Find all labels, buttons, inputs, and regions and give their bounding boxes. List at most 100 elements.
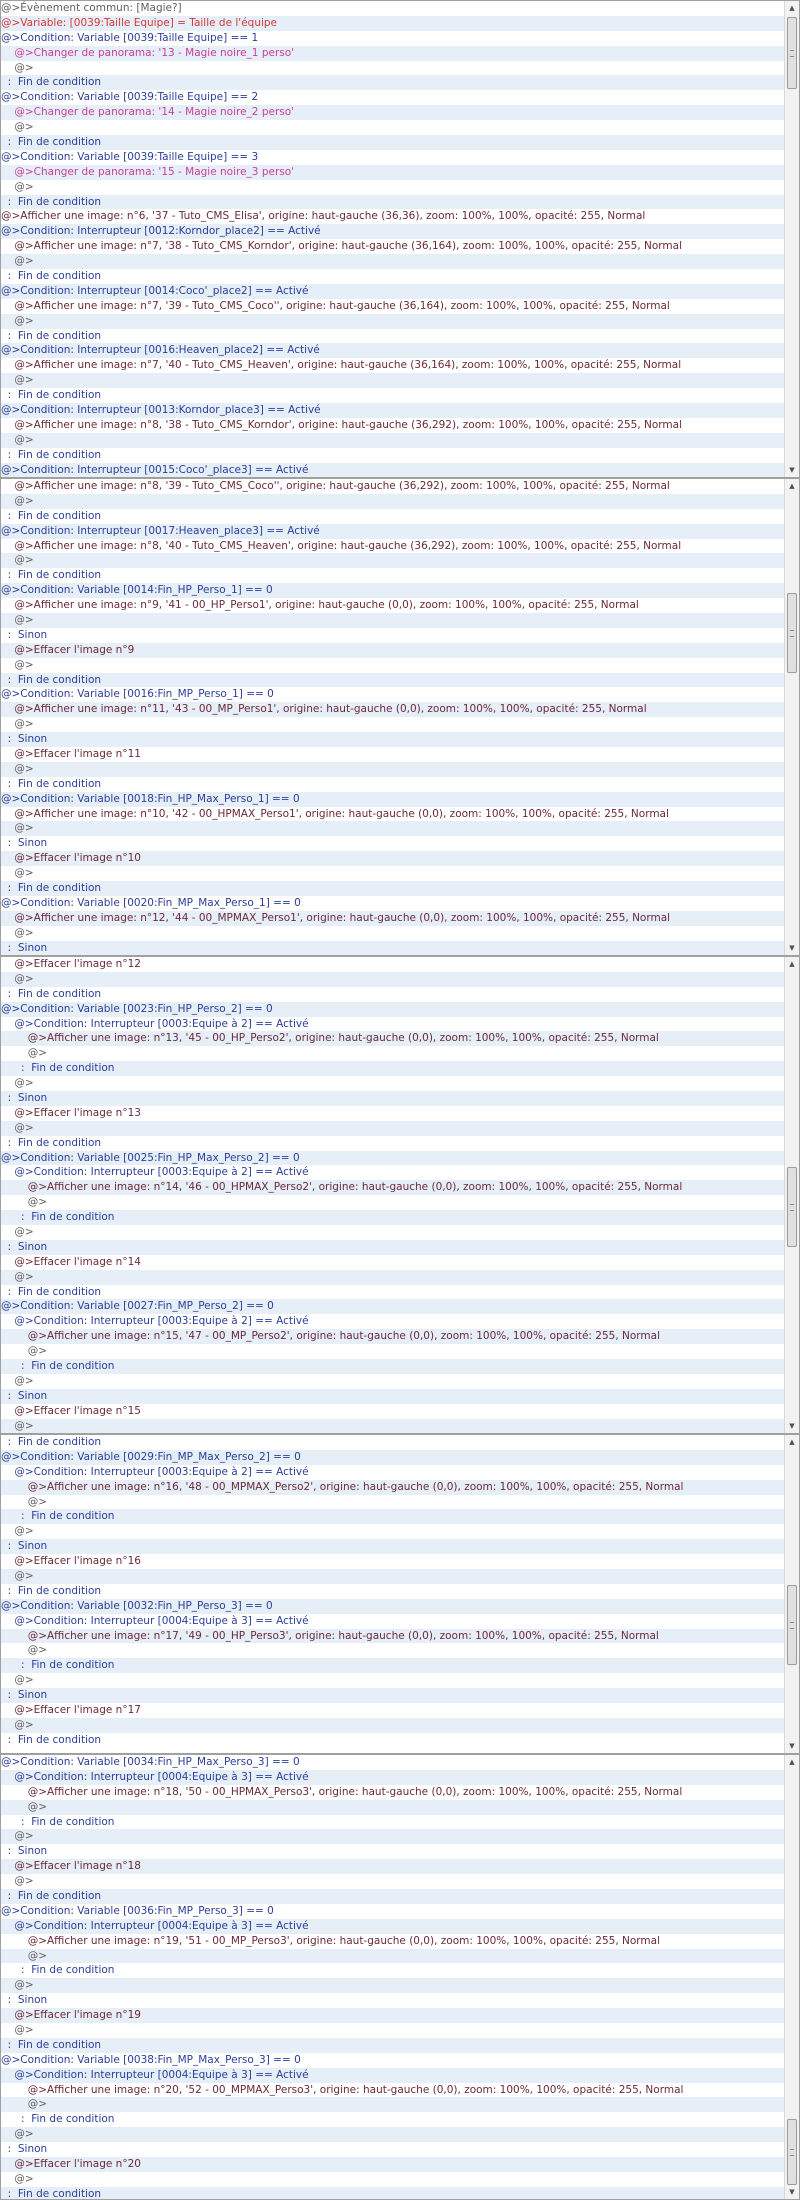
event-command-row[interactable]: @>Changer de panorama: '15 - Magie noire… (1, 164, 784, 180)
event-command-row[interactable]: @>Afficher une image: n°19, '51 - 00_MP_… (1, 1934, 784, 1949)
event-command-row[interactable]: @> (1, 1076, 784, 1091)
vertical-scrollbar[interactable]: ▲ ▼ (784, 1, 799, 477)
event-command-row[interactable]: @>Condition: Interrupteur [0017:Heaven_p… (1, 523, 784, 539)
event-command-row[interactable]: @>Condition: Interrupteur [0003:Equipe à… (1, 1314, 784, 1329)
event-command-row[interactable]: : Fin de condition (1, 1061, 784, 1077)
event-command-row[interactable]: @> (1, 2097, 784, 2113)
event-command-row[interactable]: @> (1, 1799, 784, 1815)
scroll-down-arrow-icon[interactable]: ▼ (785, 2185, 799, 2199)
event-command-row[interactable]: @>Effacer l'image n°15 (1, 1404, 784, 1419)
event-command-row[interactable]: @>Effacer l'image n°11 (1, 747, 784, 762)
event-command-row[interactable]: @>Condition: Interrupteur [0003:Equipe à… (1, 1165, 784, 1180)
event-command-row[interactable]: @>Afficher une image: n°14, '46 - 00_HPM… (1, 1180, 784, 1196)
event-command-row[interactable]: : Fin de condition (1, 194, 784, 210)
event-command-row[interactable]: @>Condition: Variable [0034:Fin_HP_Max_P… (1, 1755, 784, 1770)
event-command-row[interactable]: @> (1, 1717, 784, 1733)
scroll-down-arrow-icon[interactable]: ▼ (785, 941, 799, 955)
event-command-row[interactable]: @> (1, 432, 784, 448)
event-command-row[interactable]: @> (1, 1643, 784, 1658)
event-command-row[interactable]: @>Condition: Interrupteur [0004:Equipe à… (1, 2067, 784, 2083)
event-command-row[interactable]: : Fin de condition (1, 1435, 784, 1450)
event-command-row[interactable]: @> (1, 1978, 784, 1994)
event-command-row[interactable]: @>Condition: Interrupteur [0004:Equipe à… (1, 1918, 784, 1934)
scroll-up-arrow-icon[interactable]: ▲ (785, 1, 799, 15)
event-command-row[interactable]: @>Condition: Variable [0018:Fin_HP_Max_P… (1, 791, 784, 807)
event-command-row[interactable]: @> (1, 1948, 784, 1964)
event-command-row[interactable]: : Fin de condition (1, 1658, 784, 1674)
event-command-row[interactable]: @> (1, 373, 784, 389)
event-command-row[interactable]: @> (1, 1673, 784, 1688)
event-command-row[interactable]: : Fin de condition (1, 672, 784, 688)
event-command-row[interactable]: @>Condition: Interrupteur [0014:Coco'_pl… (1, 283, 784, 299)
event-command-row[interactable]: : Sinon (1, 1993, 784, 2008)
event-command-row[interactable]: @>Condition: Variable [0020:Fin_MP_Max_P… (1, 896, 784, 911)
event-command-row[interactable]: : Sinon (1, 940, 784, 955)
vertical-scrollbar[interactable]: ▲ ▼ (784, 957, 799, 1433)
event-command-row[interactable]: @> (1, 1195, 784, 1210)
event-command-row[interactable]: @>Condition: Variable [0016:Fin_MP_Perso… (1, 687, 784, 702)
event-command-row[interactable]: @>Effacer l'image n°13 (1, 1106, 784, 1121)
event-command-row[interactable]: @> (1, 493, 784, 509)
event-command-row[interactable]: : Sinon (1, 1388, 784, 1404)
event-command-row[interactable]: @>Condition: Interrupteur [0003:Equipe à… (1, 1465, 784, 1480)
event-command-row[interactable]: @>Condition: Variable [0039:Taille Equip… (1, 31, 784, 46)
event-command-row[interactable]: @> (1, 1046, 784, 1061)
event-command-row[interactable]: @> (1, 1374, 784, 1389)
event-command-row[interactable]: : Fin de condition (1, 1359, 784, 1374)
event-command-row[interactable]: @> (1, 1524, 784, 1539)
event-command-row[interactable]: : Fin de condition (1, 2112, 784, 2127)
event-command-row[interactable]: @>Afficher une image: n°6, '37 - Tuto_CM… (1, 209, 784, 224)
event-command-row[interactable]: @>Condition: Variable [0039:Taille Equip… (1, 90, 784, 105)
event-command-row[interactable]: @>Changer de panorama: '14 - Magie noire… (1, 105, 784, 121)
event-command-row[interactable]: @>Effacer l'image n°10 (1, 851, 784, 867)
event-command-row[interactable]: @> (1, 1225, 784, 1240)
event-command-row[interactable]: @>Effacer l'image n°12 (1, 957, 784, 972)
event-command-row[interactable]: @> (1, 1344, 784, 1359)
event-command-row[interactable]: @>Afficher une image: n°7, '40 - Tuto_CM… (1, 358, 784, 373)
event-command-row[interactable]: : Fin de condition (1, 1210, 784, 1226)
scroll-up-arrow-icon[interactable]: ▲ (785, 1755, 799, 1769)
event-command-row[interactable]: : Fin de condition (1, 329, 784, 344)
event-command-row[interactable]: @> (1, 2172, 784, 2187)
event-command-row[interactable]: @> (1, 1418, 784, 1433)
event-command-row[interactable]: @>Afficher une image: n°16, '48 - 00_MPM… (1, 1479, 784, 1495)
event-command-row[interactable]: @>Afficher une image: n°17, '49 - 00_HP_… (1, 1628, 784, 1644)
scroll-down-arrow-icon[interactable]: ▼ (785, 1739, 799, 1753)
event-command-row[interactable]: @>Effacer l'image n°14 (1, 1255, 784, 1270)
vertical-scrollbar[interactable]: ▲ ▼ (784, 1435, 799, 1753)
event-command-row[interactable]: : Fin de condition (1, 135, 784, 150)
event-command-row[interactable]: @>Changer de panorama: '13 - Magie noire… (1, 45, 784, 61)
vertical-scrollbar[interactable]: ▲ ▼ (784, 479, 799, 955)
event-command-row[interactable]: @>Condition: Interrupteur [0004:Equipe à… (1, 1614, 784, 1629)
event-command-row[interactable]: @>Condition: Variable [0032:Fin_HP_Perso… (1, 1598, 784, 1614)
event-command-row[interactable]: @>Condition: Variable [0014:Fin_HP_Perso… (1, 583, 784, 599)
event-command-row[interactable]: : Sinon (1, 1844, 784, 1859)
event-command-row[interactable]: @>Effacer l'image n°16 (1, 1554, 784, 1569)
scroll-down-arrow-icon[interactable]: ▼ (785, 1419, 799, 1433)
event-command-row[interactable]: : Fin de condition (1, 1889, 784, 1904)
event-command-row[interactable]: @> (1, 717, 784, 732)
event-command-row[interactable]: @> (1, 1874, 784, 1889)
event-command-row[interactable]: @>Condition: Interrupteur [0004:Equipe à… (1, 1769, 784, 1785)
event-command-row[interactable]: : Sinon (1, 628, 784, 643)
event-command-row[interactable]: : Fin de condition (1, 509, 784, 524)
event-command-row[interactable]: @>Afficher une image: n°10, '42 - 00_HPM… (1, 807, 784, 822)
event-command-row[interactable]: @> (1, 658, 784, 673)
event-command-row[interactable]: @>Condition: Variable [0027:Fin_MP_Perso… (1, 1299, 784, 1315)
event-command-row[interactable]: @> (1, 2127, 784, 2143)
event-command-row[interactable]: @> (1, 1829, 784, 1845)
vertical-scrollbar[interactable]: ▲ ▼ (784, 1755, 799, 2199)
event-command-row[interactable]: @>Condition: Interrupteur [0013:Korndor_… (1, 403, 784, 418)
scrollbar-thumb[interactable] (787, 593, 797, 673)
event-command-row[interactable]: @> (1, 761, 784, 777)
event-command-row[interactable]: : Fin de condition (1, 568, 784, 583)
scrollbar-thumb[interactable] (787, 2119, 797, 2185)
event-command-row[interactable]: : Sinon (1, 2142, 784, 2157)
event-command-row[interactable]: @> (1, 1569, 784, 1584)
event-command-row[interactable]: : Fin de condition (1, 1509, 784, 1525)
event-command-row[interactable]: @>Afficher une image: n°15, '47 - 00_MP_… (1, 1329, 784, 1345)
event-command-row[interactable]: : Fin de condition (1, 269, 784, 284)
event-command-row[interactable]: @>Effacer l'image n°20 (1, 2157, 784, 2172)
scroll-up-arrow-icon[interactable]: ▲ (785, 1435, 799, 1449)
event-command-row[interactable]: @> (1, 1269, 784, 1285)
